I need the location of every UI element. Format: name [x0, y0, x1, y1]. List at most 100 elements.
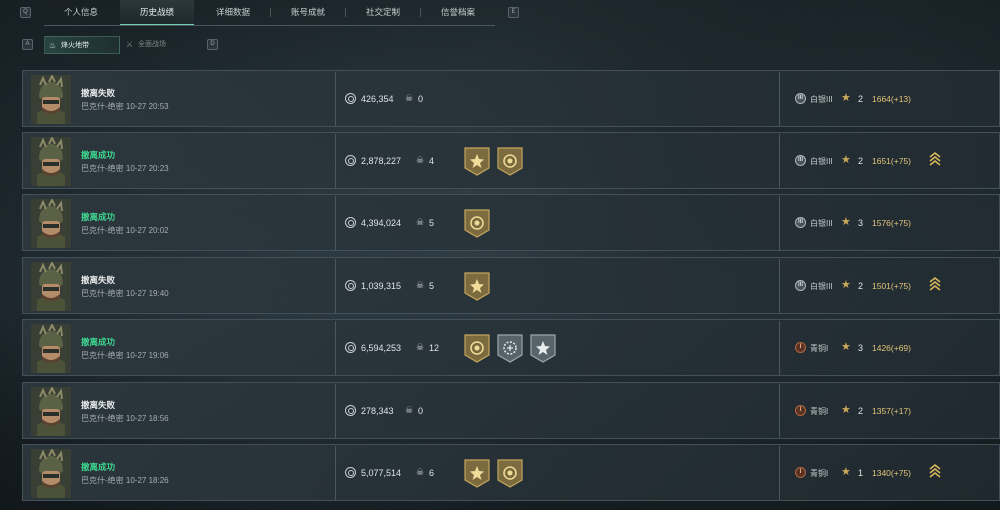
tab-personal-info[interactable]: 个人信息: [44, 0, 118, 25]
skull-icon: ☠: [416, 280, 425, 290]
row-divider: [335, 259, 336, 313]
medal-gold-coin-icon[interactable]: [463, 333, 491, 363]
rank-up-chevron-icon: [929, 276, 941, 292]
rank-badge-icon: I: [795, 342, 806, 353]
medal-gold-coin-icon[interactable]: [496, 458, 524, 488]
row-divider: [779, 321, 780, 375]
hazard-zone-icon: ♨: [49, 41, 57, 50]
medal-gold-coin-icon[interactable]: [463, 208, 491, 238]
asset-value-icon: [345, 405, 356, 416]
asset-value-icon: [345, 342, 356, 353]
rank-badge-icon: III: [795, 217, 806, 228]
kill-count: 0: [418, 406, 424, 416]
subtab-hazard-zone[interactable]: ♨ 烽火地带: [44, 36, 120, 54]
nav-underline: [44, 25, 495, 26]
star-icon: ★: [841, 404, 851, 416]
operator-avatar: [31, 322, 71, 373]
match-meta: 巴克什-绝密 10-27 20:53: [81, 102, 169, 111]
extraction-status: 撤离失败: [81, 88, 116, 98]
star-icon: ★: [841, 341, 851, 353]
rank-score: 1651(+75): [872, 156, 911, 166]
asset-value: 426,354: [361, 94, 394, 104]
extraction-status: 撤离成功: [81, 212, 116, 222]
rank-name: 白银III: [810, 157, 833, 166]
skull-icon: ☠: [416, 342, 425, 352]
extraction-status: 撤离成功: [81, 150, 116, 160]
row-divider: [335, 72, 336, 126]
tab-detailed-data[interactable]: 详细数据: [196, 0, 270, 25]
asset-value: 278,343: [361, 406, 394, 416]
battlefield-icon: ⚔: [126, 40, 134, 49]
rank-name: 青铜I: [810, 344, 829, 353]
extraction-status: 撤离成功: [81, 337, 116, 347]
operator-avatar: [31, 260, 71, 311]
medal-gray-gear-icon[interactable]: [496, 333, 524, 363]
match-row[interactable]: 撤离失败 巴克什-绝密 10-27 19:40 1,039,315 ☠ 5 III 白银II…: [22, 257, 1000, 314]
tab-social-customize[interactable]: 社交定制: [346, 0, 420, 25]
star-count: 2: [858, 156, 864, 166]
row-divider: [779, 446, 780, 500]
rank-name: 白银III: [810, 95, 833, 104]
row-divider: [779, 134, 780, 188]
rank-name: 青铜I: [810, 407, 829, 416]
star-icon: ★: [841, 92, 851, 104]
star-icon: ★: [841, 279, 851, 291]
asset-value: 2,878,227: [361, 156, 402, 166]
a-key-hint[interactable]: A: [22, 39, 33, 50]
operator-avatar: [31, 385, 71, 436]
skull-icon: ☠: [405, 405, 414, 415]
rank-score: 1426(+69): [872, 343, 911, 353]
operator-avatar: [31, 135, 71, 186]
match-meta: 巴克什-绝密 10-27 19:40: [81, 289, 169, 298]
medal-gold-coin-icon[interactable]: [496, 146, 524, 176]
kill-count: 5: [429, 281, 435, 291]
row-divider: [335, 446, 336, 500]
e-key-hint[interactable]: E: [508, 7, 519, 18]
rank-up-chevron-icon: [929, 151, 941, 167]
rank-name: 白银III: [810, 219, 833, 228]
rank-badge-icon: I: [795, 467, 806, 478]
medal-gold-star-icon[interactable]: [463, 458, 491, 488]
medal-gray-star-icon[interactable]: [529, 333, 557, 363]
subtab-full-battlefield[interactable]: ⚔ 全面战场: [122, 36, 198, 54]
star-count: 3: [858, 218, 864, 228]
operator-avatar: [31, 197, 71, 248]
tab-match-history[interactable]: 历史战绩: [120, 0, 194, 25]
skull-icon: ☠: [416, 217, 425, 227]
asset-value-icon: [345, 280, 356, 291]
q-key-hint[interactable]: Q: [20, 7, 31, 18]
kill-count: 0: [418, 94, 424, 104]
star-count: 2: [858, 406, 864, 416]
match-meta: 巴克什-绝密 10-27 18:26: [81, 476, 169, 485]
match-meta: 巴克什-绝密 10-27 20:02: [81, 226, 169, 235]
subtab-label: 全面战场: [138, 41, 166, 48]
medal-gold-star-icon[interactable]: [463, 146, 491, 176]
medal-gold-star-icon[interactable]: [463, 271, 491, 301]
tab-account-achievements[interactable]: 账号成就: [271, 0, 345, 25]
row-divider: [779, 196, 780, 250]
row-divider: [779, 259, 780, 313]
rank-name: 白银III: [810, 282, 833, 291]
d-key-hint[interactable]: D: [207, 39, 218, 50]
match-meta: 巴克什-绝密 10-27 18:56: [81, 414, 169, 423]
rank-badge-icon: III: [795, 93, 806, 104]
match-row[interactable]: 撤离成功 巴克什-绝密 10-27 20:23 2,878,227 ☠ 4 III 白银II…: [22, 132, 1000, 189]
skull-icon: ☠: [405, 93, 414, 103]
match-row[interactable]: 撤离成功 巴克什-绝密 10-27 20:02 4,394,024 ☠ 5 III 白银II…: [22, 194, 1000, 251]
match-row[interactable]: 撤离失败巴克什-绝密 10-27 20:53 426,354 ☠ 0 III 白银III ★…: [22, 70, 1000, 127]
match-row[interactable]: 撤离失败 巴克什-绝密 10-27 18:56 278,343 ☠ 0 I 青铜I ★ 2 135…: [22, 382, 1000, 439]
row-divider: [335, 321, 336, 375]
rank-score: 1357(+17): [872, 406, 911, 416]
star-icon: ★: [841, 216, 851, 228]
match-row[interactable]: 撤离成功 巴克什-绝密 10-27 19:06 6,594,253 ☠ 12 I 青铜I ★ 3…: [22, 319, 1000, 376]
asset-value: 1,039,315: [361, 281, 402, 291]
sub-nav: A ♨ 烽火地带 ⚔ 全面战场 D: [0, 36, 300, 54]
asset-value: 5,077,514: [361, 468, 402, 478]
top-nav: Q 个人信息 历史战绩 详细数据 账号成就 社交定制 信誉档案 E: [0, 0, 1000, 26]
rank-score: 1340(+75): [872, 468, 911, 478]
asset-value: 6,594,253: [361, 343, 402, 353]
match-row[interactable]: 撤离成功 巴克什-绝密 10-27 18:26 5,077,514 ☠ 6 I 青铜I ★ 1 1…: [22, 444, 1000, 501]
tab-reputation-record[interactable]: 信誉档案: [421, 0, 495, 25]
rank-name: 青铜I: [810, 469, 829, 478]
star-count: 2: [858, 281, 864, 291]
